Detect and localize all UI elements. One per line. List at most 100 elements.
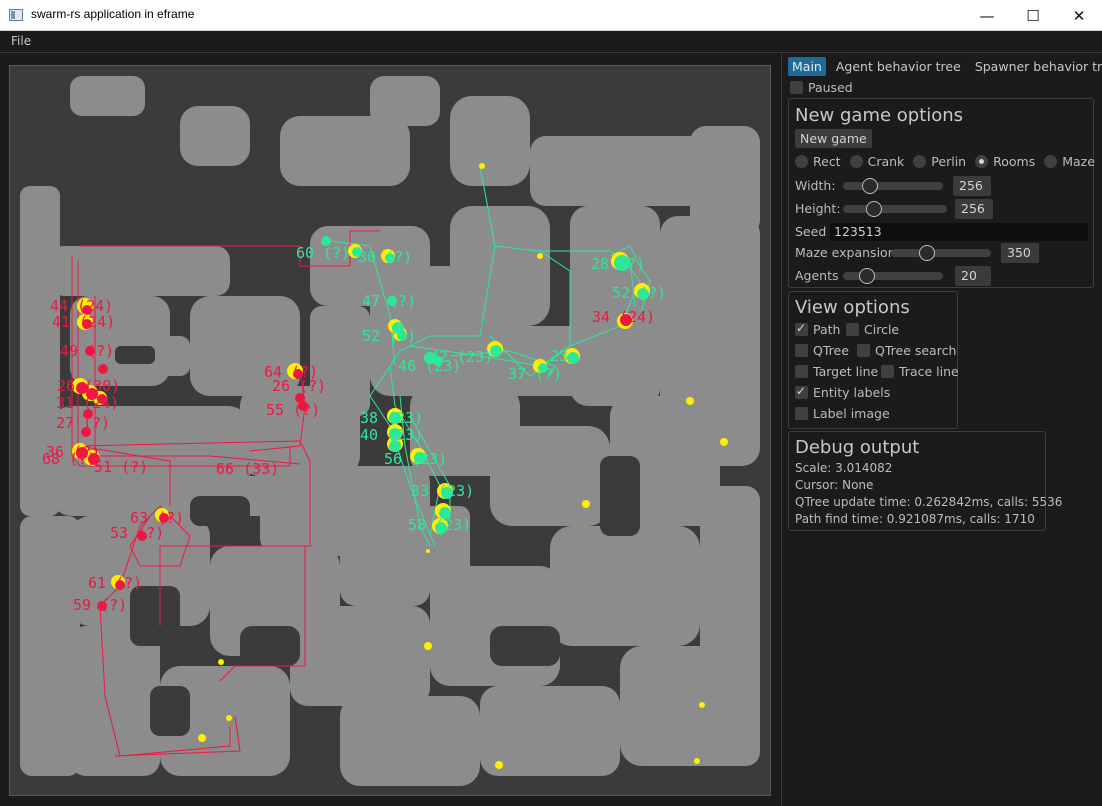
view-option-path[interactable]: Path [795,321,841,337]
map-type-radio-group: Rect Crank Perlin Rooms Maze [795,154,1102,169]
width-slider-knob[interactable] [862,178,878,194]
radio-crank-button[interactable] [849,155,863,168]
tab-spawner-behavior-tree[interactable]: Spawner behavior tree [971,57,1102,76]
circle-checkbox[interactable] [846,323,859,336]
target-line-checkbox[interactable] [795,365,808,378]
paused-checkbox[interactable] [790,81,803,94]
radio-crank-label: Crank [867,154,905,169]
paused-toggle[interactable]: Paused [790,80,853,95]
radio-maze-label: Maze [1062,154,1095,169]
radio-perlin-button[interactable] [913,155,927,168]
green-label: 56 (23) [384,450,447,468]
radio-rooms[interactable]: Rooms [975,154,1035,169]
label-image-checkbox[interactable] [795,407,808,420]
height-value[interactable]: 256 [955,199,993,219]
width-slider[interactable] [843,182,943,190]
view-options-title: View options [795,297,910,318]
view-option-qtree[interactable]: QTree [795,343,849,358]
view-options-group: View options Path Circle QTree QTree sea… [788,291,959,429]
red-label: 59 (?) [73,596,127,614]
radio-crank[interactable]: Crank [849,154,905,169]
seed-input[interactable]: 123513 [830,223,1088,241]
radio-maze[interactable]: Maze [1044,154,1095,169]
minimize-button[interactable]: — [964,0,1010,31]
tab-main[interactable]: Main [788,57,826,76]
maze-expansion-value[interactable]: 350 [1001,243,1039,263]
window-title: swarm-rs application in eframe [31,7,195,21]
view-option-qtree-search[interactable]: QTree search [857,343,956,358]
radio-perlin-label: Perlin [931,154,967,169]
close-button[interactable]: ✕ [1056,0,1102,31]
debug-cursor: Cursor: None [795,478,874,492]
red-label: 61 (?) [88,574,142,592]
new-game-options-group: New game options New game Rect Crank Per… [788,98,1095,288]
radio-maze-button[interactable] [1044,155,1058,168]
green-label: 28 (?) [591,255,645,273]
debug-qtree-time: QTree update time: 0.262842ms, calls: 55… [795,495,1063,509]
qtree-checkbox[interactable] [795,344,808,357]
agents-label: Agents [795,268,839,283]
width-label: Width: [795,178,836,193]
green-label: 37 (?) [508,365,562,383]
red-label: 26 (?) [272,377,326,395]
map-canvas[interactable]: 44 (24) 41 (24) 49 (?) 26 (30) 31 (24) 2… [10,66,771,796]
red-label: 31 (24) [56,394,119,412]
green-label: 42 (23) [430,348,493,366]
green-label: 38 (23) [360,409,423,427]
height-label: Height: [795,201,841,216]
green-label: 52 (?) [612,284,666,302]
radio-rect[interactable]: Rect [795,154,841,169]
view-option-entity-labels[interactable]: Entity labels [795,384,890,400]
tab-agent-behavior-tree[interactable]: Agent behavior tree [832,57,965,76]
green-label: 47 (?) [362,292,416,310]
view-option-label-image[interactable]: Label image [795,406,890,421]
red-label: 51 (?) [94,458,148,476]
view-option-trace-line[interactable]: Trace line [881,364,959,379]
red-label: 68 (?) [42,450,96,468]
red-label: 27 (?) [56,414,110,432]
debug-path-time: Path find time: 0.921087ms, calls: 1710 [795,512,1035,526]
view-option-circle[interactable]: Circle [846,322,899,337]
new-game-options-title: New game options [795,105,964,126]
radio-rect-button[interactable] [795,155,808,168]
width-value[interactable]: 256 [953,176,991,196]
red-label: 66 (33) [216,460,279,478]
menu-file[interactable]: File [11,34,31,48]
paused-label: Paused [808,80,853,95]
green-label: 30 (?) [358,248,412,266]
central-panel: 44 (24) 41 (24) 49 (?) 26 (30) 31 (24) 2… [0,54,781,806]
label-image-label: Label image [813,406,890,421]
new-game-button[interactable]: New game [795,129,872,148]
height-slider-knob[interactable] [866,201,882,217]
qtree-label: QTree [813,343,849,358]
radio-rooms-button[interactable] [975,155,989,168]
map-viewport[interactable]: 44 (24) 41 (24) 49 (?) 26 (30) 31 (24) 2… [9,65,771,796]
agents-value[interactable]: 20 [955,266,991,286]
debug-scale: Scale: 3.014082 [795,461,893,475]
green-label: 40 (23) [360,426,423,444]
debug-output-title: Debug output [795,437,920,458]
radio-rooms-label: Rooms [993,154,1036,169]
view-option-target-line[interactable]: Target line [795,364,878,379]
maze-expansion-label: Maze expansion [795,245,896,260]
agents-slider[interactable] [843,272,943,280]
path-checkbox[interactable] [795,321,808,336]
debug-output-group: Debug output Scale: 3.014082 Cursor: Non… [788,431,1062,531]
height-slider[interactable] [843,205,947,213]
circle-label: Circle [864,322,900,337]
maze-expansion-slider-knob[interactable] [919,245,935,261]
maze-expansion-slider[interactable] [891,249,991,257]
radio-perlin[interactable]: Perlin [913,154,966,169]
maximize-button[interactable]: ☐ [1010,0,1056,31]
red-label: 34 (24) [592,308,655,326]
entity-labels-checkbox[interactable] [795,384,808,399]
green-label: 23 [550,347,568,365]
red-label: 41 (24) [52,313,115,331]
trace-line-checkbox[interactable] [881,365,894,378]
agents-slider-knob[interactable] [859,268,875,284]
red-label: 26 (30) [57,377,120,395]
green-label: 58 (23) [408,516,471,534]
path-label: Path [813,322,841,337]
qtree-search-checkbox[interactable] [857,344,870,357]
red-label: 53 (?) [110,524,164,542]
